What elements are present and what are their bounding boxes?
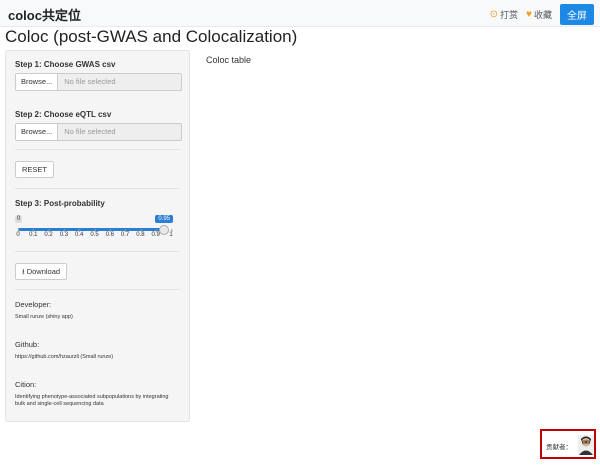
github-text: https://github.com/hzaurzli (Small runze… <box>15 354 114 360</box>
slider-tick-label: 0.5 <box>90 229 99 238</box>
top-bar-actions: ⊙ 打赏 ♥ 收藏 全屏 <box>490 4 594 25</box>
fullscreen-button[interactable]: 全屏 <box>560 4 594 25</box>
divider <box>15 251 180 252</box>
download-label: Download <box>26 267 61 276</box>
sidebar-panel: Step 1: Choose GWAS csv Browse... No fil… <box>5 50 190 422</box>
top-bar: coloc共定位 ⊙ 打赏 ♥ 收藏 全屏 <box>0 0 600 27</box>
developer-text: Small runze (shiny app) <box>15 314 73 320</box>
download-button[interactable]: ⭳ Download <box>15 263 68 280</box>
favorite-link[interactable]: ♥ 收藏 <box>526 8 552 21</box>
slider-tick-label: 0.1 <box>29 229 38 238</box>
slider-tick-label: 0 <box>16 229 20 238</box>
heart-icon: ♥ <box>526 9 532 20</box>
developer-heading: Developer: <box>15 300 52 309</box>
page-title: Coloc (post-GWAS and Colocalization) <box>5 27 298 46</box>
slider-tick-label: 0.8 <box>136 229 145 238</box>
slider-tick-label: 0.9 <box>151 229 160 238</box>
eqtl-browse-button[interactable]: Browse... <box>16 124 59 140</box>
cition-text: Identifying phenotype-associated subpopu… <box>15 394 169 407</box>
tip-label: 打赏 <box>500 10 519 20</box>
slider-tick-label: 1 <box>169 229 173 238</box>
download-icon: ⭳ <box>22 267 25 276</box>
gwas-browse-button[interactable]: Browse... <box>16 74 59 90</box>
divider <box>15 149 180 150</box>
slider-value-badge: 0.95 <box>155 215 174 223</box>
eqtl-file-input[interactable]: Browse... No file selected <box>15 123 182 141</box>
app-brand[interactable]: coloc共定位 <box>8 5 81 24</box>
slider-tick-label: 0.7 <box>120 229 130 238</box>
step1-label: Step 1: Choose GWAS csv <box>15 60 116 69</box>
contributor-box[interactable]: 贡献者： <box>540 429 596 459</box>
gwas-file-status: No file selected <box>64 77 116 86</box>
divider <box>15 188 180 189</box>
slider-track[interactable] <box>18 228 164 231</box>
slider-tick-label: 0.6 <box>105 229 114 238</box>
step2-label: Step 2: Choose eQTL csv <box>15 110 112 119</box>
tip-icon: ⊙ <box>489 9 499 20</box>
slider-tick-label: 0.3 <box>59 229 69 238</box>
github-heading: Github: <box>15 340 40 349</box>
avatar[interactable] <box>578 435 594 455</box>
slider-ticks: 0 0.1 0.2 0.3 0.4 0.5 0.6 0.7 0.8 0.9 1 <box>16 229 176 242</box>
contributor-label: 贡献者： <box>546 444 572 451</box>
cition-heading: Cition: <box>15 380 37 389</box>
divider <box>15 289 180 290</box>
reset-button[interactable]: RESET <box>15 161 55 178</box>
coloc-table-label: Coloc table <box>206 55 252 65</box>
slider-tick-label: 0.4 <box>75 229 84 238</box>
tip-link[interactable]: ⊙ 打赏 <box>490 8 518 21</box>
slider-min-badge: 0 <box>15 215 23 223</box>
post-probability-slider[interactable]: 0 0.95 0 0.1 0.2 0.3 0.4 0.5 0.6 0.7 0.8 0.9 1 <box>15 201 179 241</box>
slider-tick-label: 0.2 <box>44 229 53 238</box>
favorite-label: 收藏 <box>533 10 552 20</box>
eqtl-file-status: No file selected <box>64 127 116 136</box>
gwas-file-input[interactable]: Browse... No file selected <box>15 73 182 91</box>
